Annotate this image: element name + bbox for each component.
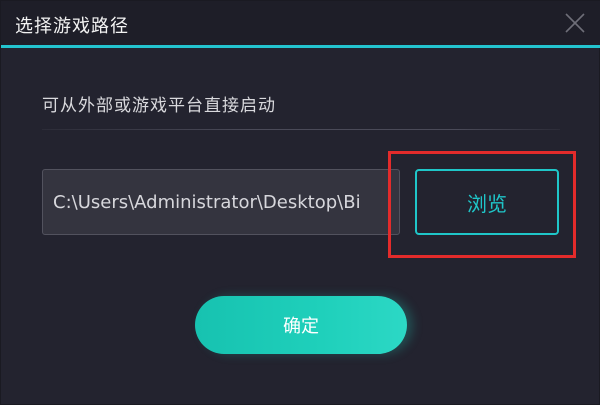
title-bar: 选择游戏路径 — [1, 1, 600, 45]
browse-button[interactable]: 浏览 — [415, 169, 559, 235]
dialog-title: 选择游戏路径 — [15, 16, 129, 37]
divider — [42, 129, 560, 130]
confirm-button[interactable]: 确定 — [195, 296, 407, 354]
game-path-dialog: 选择游戏路径 可从外部或游戏平台直接启动 浏览 确定 — [0, 0, 600, 405]
title-accent-line — [1, 45, 600, 48]
close-icon — [565, 13, 585, 33]
close-button[interactable] — [562, 10, 588, 36]
subtitle-text: 可从外部或游戏平台直接启动 — [42, 96, 276, 116]
game-path-input[interactable] — [42, 169, 400, 235]
